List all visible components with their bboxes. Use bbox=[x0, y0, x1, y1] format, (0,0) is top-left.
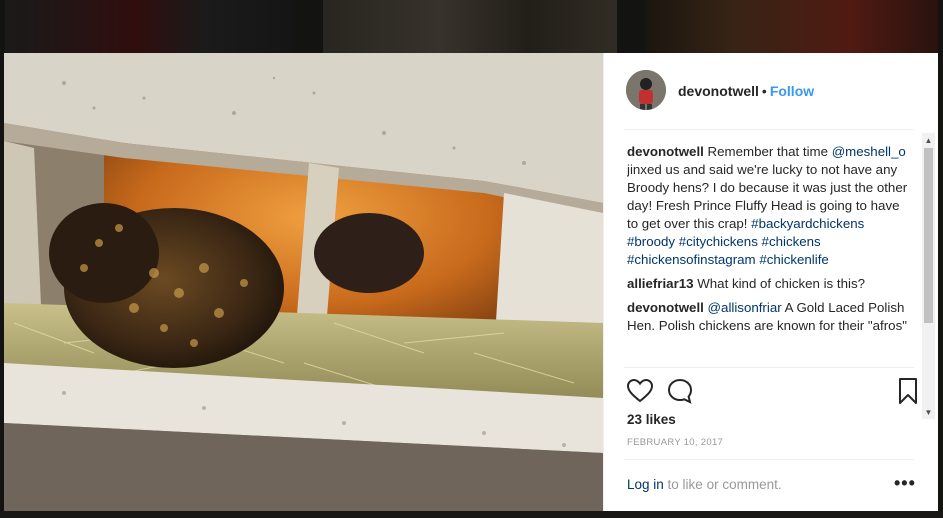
feed-tile-3[interactable] bbox=[645, 0, 938, 53]
mention-link[interactable]: @meshell_o bbox=[832, 144, 906, 159]
mention-link[interactable]: @allisonfriar bbox=[708, 300, 782, 315]
comment-username[interactable]: alliefriar13 bbox=[627, 276, 694, 291]
scroll-up-arrow-icon[interactable]: ▲ bbox=[922, 133, 935, 147]
feed-tile-2[interactable] bbox=[323, 0, 617, 53]
comment-username[interactable]: devonotwell bbox=[627, 300, 704, 315]
actions-divider bbox=[624, 367, 914, 368]
hashtag-link[interactable]: #chickensofinstagram bbox=[627, 252, 756, 267]
hashtag-link[interactable]: #chickens bbox=[762, 234, 821, 249]
login-prompt: Log in to like or comment. bbox=[627, 477, 782, 492]
avatar[interactable] bbox=[626, 70, 666, 110]
feed-tile-1[interactable] bbox=[5, 0, 295, 53]
post-modal: devonotwell • Follow devonotwell Remember … bbox=[4, 53, 938, 511]
login-prompt-text: to like or comment. bbox=[663, 477, 782, 492]
hashtag-link[interactable]: #backyardchickens bbox=[751, 216, 864, 231]
comment-icon[interactable] bbox=[666, 377, 694, 405]
avatar-image bbox=[626, 70, 666, 110]
comments-scrollbar[interactable]: ▲ ▼ bbox=[922, 133, 935, 419]
post-photo[interactable] bbox=[4, 53, 603, 511]
post-header: devonotwell • Follow bbox=[678, 83, 814, 99]
hashtag-link[interactable]: #citychickens bbox=[679, 234, 758, 249]
comment-username[interactable]: devonotwell bbox=[627, 144, 704, 159]
post-date[interactable]: FEBRUARY 10, 2017 bbox=[627, 437, 723, 448]
likes-count[interactable]: 23 likes bbox=[627, 412, 676, 427]
footer-divider bbox=[624, 459, 914, 460]
action-bar bbox=[626, 377, 922, 407]
comment-item: devonotwell Remember that time @meshell_… bbox=[627, 143, 911, 269]
hashtag-link[interactable]: #broody bbox=[627, 234, 675, 249]
comments-list[interactable]: devonotwell Remember that time @meshell_… bbox=[627, 143, 911, 417]
more-options-icon[interactable]: ••• bbox=[894, 473, 916, 494]
bookmark-icon[interactable] bbox=[894, 377, 922, 405]
post-sidebar: devonotwell • Follow devonotwell Remember … bbox=[603, 53, 938, 511]
follow-button[interactable]: Follow bbox=[770, 83, 814, 99]
comment-item: devonotwell @allisonfriar A Gold Laced P… bbox=[627, 299, 911, 335]
header-divider bbox=[624, 129, 914, 130]
heart-icon[interactable] bbox=[626, 377, 654, 405]
scrollbar-thumb[interactable] bbox=[924, 148, 933, 323]
chicken-nest-photo bbox=[4, 53, 603, 511]
feed-row-bottom bbox=[0, 511, 943, 518]
comment-text: Remember that time bbox=[703, 144, 832, 159]
comment-item: alliefriar13 What kind of chicken is thi… bbox=[627, 275, 911, 293]
username-link[interactable]: devonotwell bbox=[678, 83, 759, 99]
hashtag-link[interactable]: #chickenlife bbox=[759, 252, 828, 267]
login-link[interactable]: Log in bbox=[627, 477, 664, 492]
separator-dot: • bbox=[761, 83, 767, 99]
scroll-down-arrow-icon[interactable]: ▼ bbox=[922, 405, 935, 419]
comment-text: What kind of chicken is this? bbox=[693, 276, 865, 291]
